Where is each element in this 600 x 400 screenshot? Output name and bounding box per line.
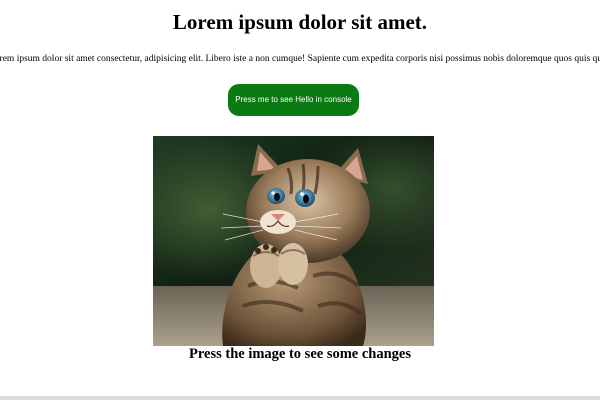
hello-console-button[interactable]: Press me to see Hello in console	[228, 84, 359, 116]
image-caption: Press the image to see some changes	[188, 346, 412, 362]
page-title: Lorem ipsum dolor sit amet.	[172, 10, 428, 34]
intro-paragraph: Lorem ipsum dolor sit amet consectetur, …	[0, 54, 600, 64]
page: Lorem ipsum dolor sit amet. Lorem ipsum …	[0, 0, 600, 400]
bottom-divider	[0, 396, 600, 400]
kitten-image[interactable]	[153, 136, 434, 346]
